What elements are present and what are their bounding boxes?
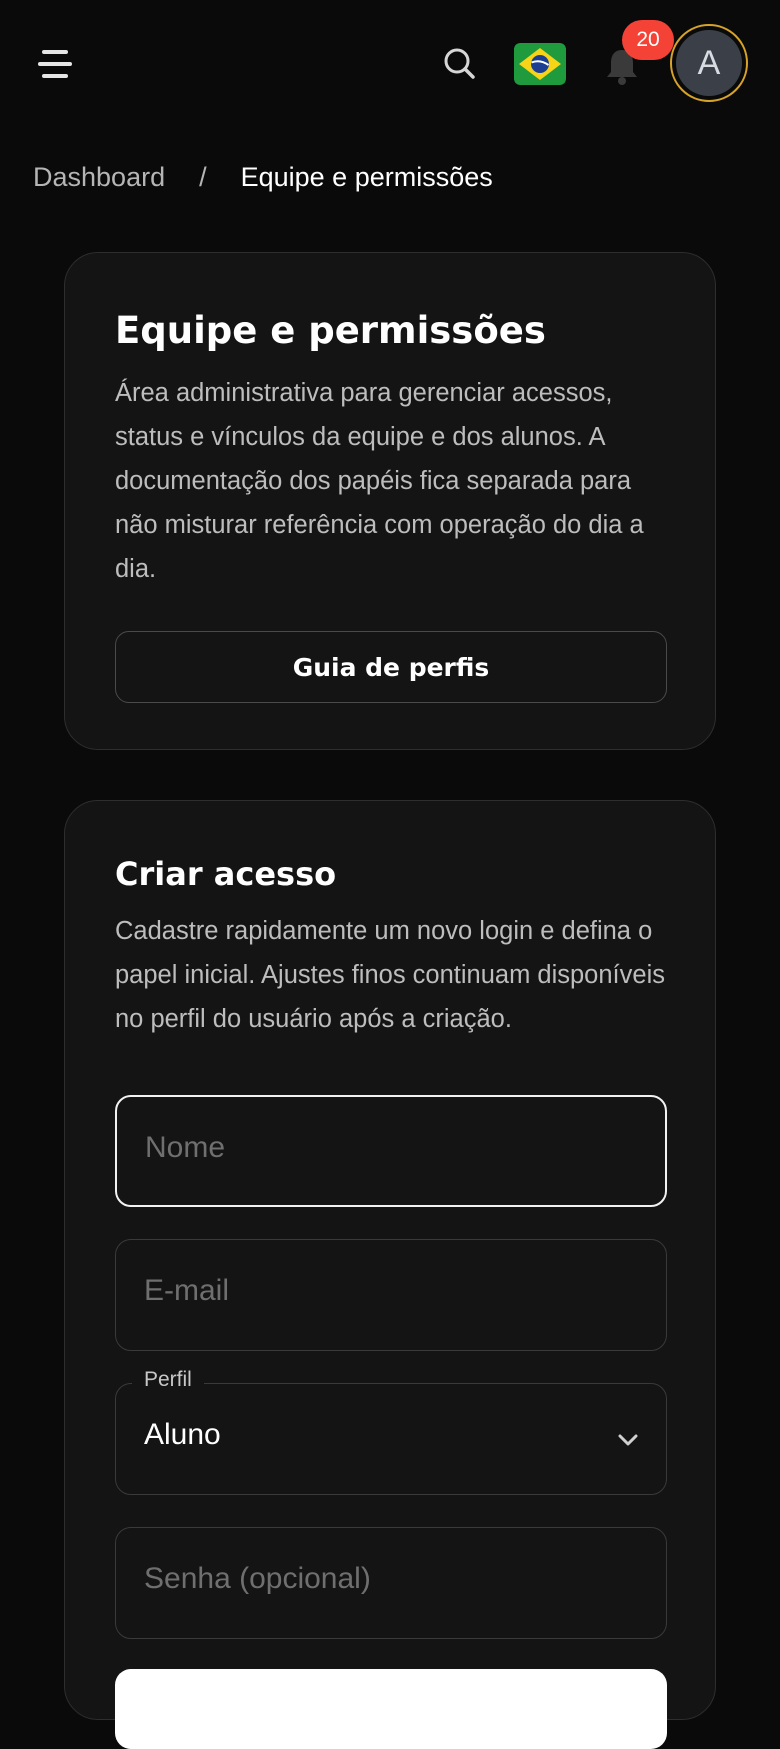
intro-card: Equipe e permissões Área administrativa …	[64, 252, 716, 750]
notification-badge: 20	[622, 20, 674, 60]
name-input[interactable]: Nome	[115, 1095, 667, 1207]
hamburger-menu-icon[interactable]	[34, 44, 78, 84]
intro-description: Área administrativa para gerenciar acess…	[115, 379, 644, 583]
email-input[interactable]: E-mail	[115, 1239, 667, 1351]
profiles-guide-button[interactable]: Guia de perfis	[115, 631, 667, 703]
breadcrumb-separator: /	[199, 162, 207, 192]
password-placeholder: Senha (opcional)	[144, 1562, 371, 1595]
email-placeholder: E-mail	[144, 1274, 230, 1307]
top-app-bar: 20 A	[0, 0, 780, 130]
name-placeholder: Nome	[145, 1131, 226, 1164]
avatar-initial: A	[676, 30, 742, 96]
create-access-button[interactable]	[115, 1669, 667, 1749]
chevron-down-icon	[618, 1434, 638, 1446]
profile-value: Aluno	[144, 1418, 221, 1451]
create-access-card: Criar acesso Cadastre rapidamente um nov…	[64, 800, 716, 1749]
password-input[interactable]: Senha (opcional)	[115, 1527, 667, 1639]
create-access-description: Cadastre rapidamente um novo login e def…	[115, 917, 665, 1033]
create-access-title: Criar acesso	[115, 855, 337, 893]
breadcrumb-link-dashboard[interactable]: Dashboard	[33, 162, 165, 193]
avatar[interactable]: A	[670, 24, 748, 102]
breadcrumb-current: Equipe e permissões	[240, 162, 493, 192]
brazil-flag-icon[interactable]	[514, 43, 566, 85]
page-title: Equipe e permissões	[115, 309, 546, 352]
breadcrumb: Dashboard / Equipe e permissões	[33, 162, 493, 193]
search-icon[interactable]	[440, 44, 480, 84]
profile-label: Perfil	[132, 1368, 204, 1392]
profile-select[interactable]: Perfil Aluno	[115, 1368, 667, 1495]
